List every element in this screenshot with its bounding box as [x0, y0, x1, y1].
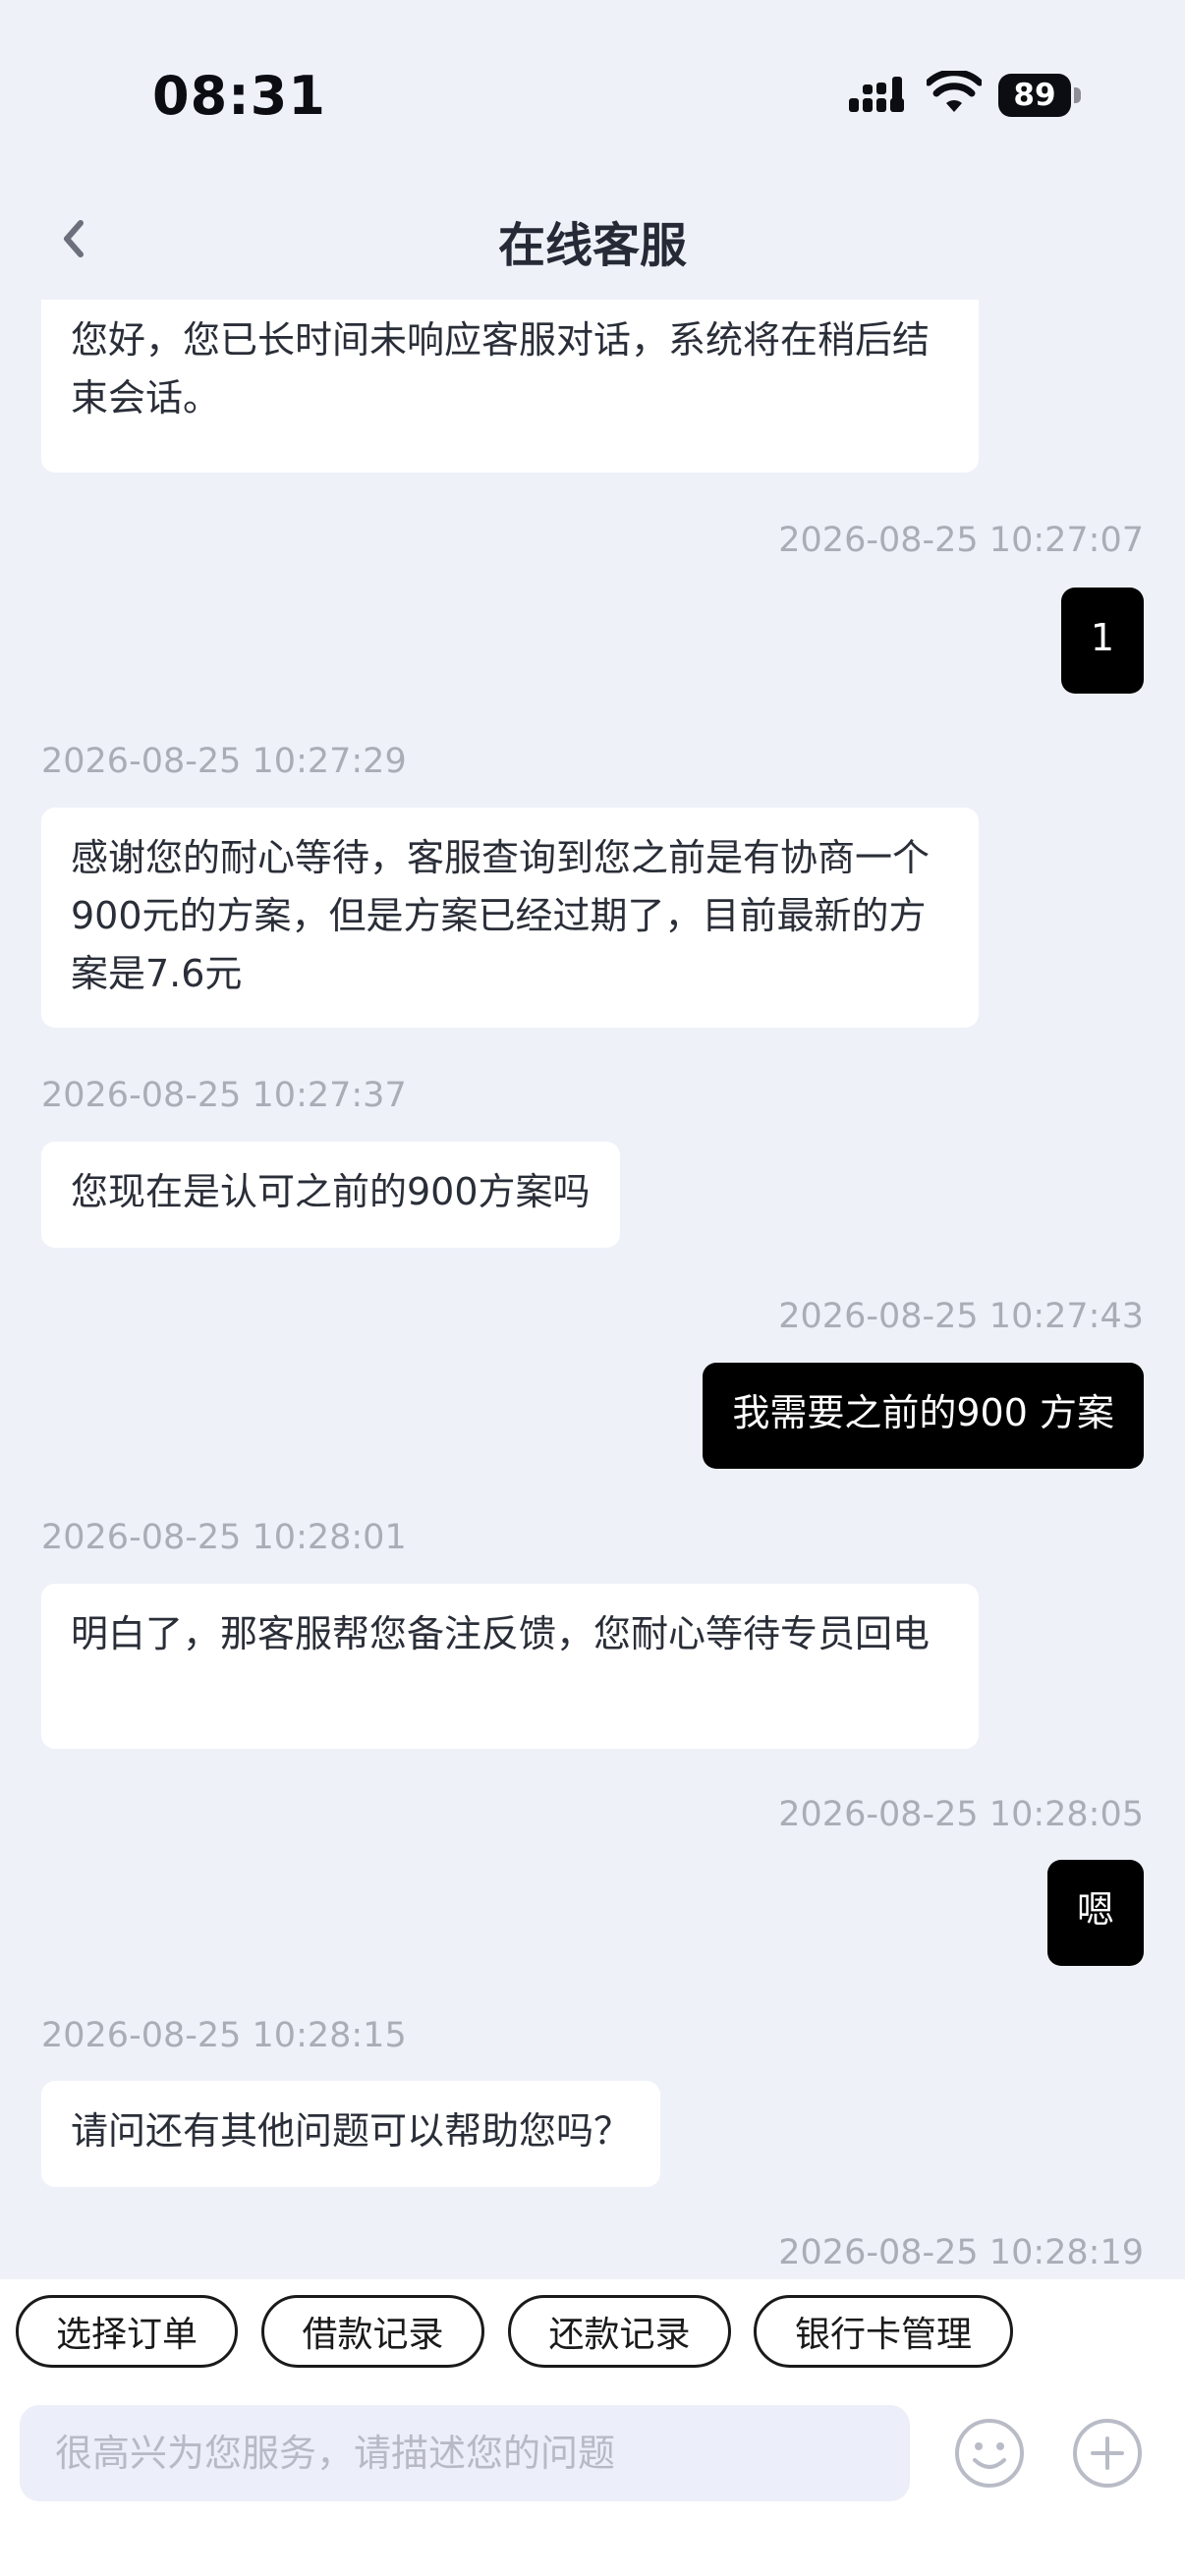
plus-circle-icon[interactable]: [1071, 2417, 1144, 2490]
quick-actions-bar: 选择订单 借款记录 还款记录 银行卡管理: [0, 2279, 1185, 2389]
smiley-icon[interactable]: [953, 2417, 1026, 2490]
message-timestamp: 2026-08-25 10:28:01: [41, 1518, 407, 1557]
chat-screen: 08:31 89 在线客服 您好，您已长时间未响应客服对话，系统将在稍后结束会话…: [0, 0, 1185, 2576]
battery-cap: [1074, 87, 1081, 103]
message-timestamp: 2026-08-25 10:27:43: [778, 1297, 1144, 1336]
nav-bar: 在线客服: [0, 187, 1185, 295]
message-text: 1: [1090, 616, 1114, 659]
message-timestamp: 2026-08-25 10:27:29: [41, 742, 407, 781]
battery-icon: 89: [998, 74, 1081, 117]
message-text: 嗯: [1076, 1888, 1114, 1932]
quick-action-loan-records[interactable]: 借款记录: [261, 2295, 484, 2368]
agent-message-bubble: 请问还有其他问题可以帮助您吗？: [41, 2081, 661, 2187]
agent-message-bubble: 感谢您的耐心等待，客服查询到您之前是有协商一个900元的方案，但是方案已经过期了…: [41, 808, 979, 1028]
user-message-bubble: 嗯: [1046, 1860, 1144, 1966]
agent-message-bubble: 您现在是认可之前的900方案吗: [41, 1142, 620, 1248]
user-message-bubble: 1: [1060, 588, 1144, 694]
chat-message-list[interactable]: 您好，您已长时间未响应客服对话，系统将在稍后结束会话。 2026-08-25 1…: [0, 300, 1185, 2279]
message-text: 我需要之前的900 方案: [732, 1391, 1114, 1434]
message-text: 您现在是认可之前的900方案吗: [71, 1170, 591, 1213]
message-timestamp: 2026-08-25 10:28:05: [778, 1795, 1144, 1834]
user-message-bubble: 我需要之前的900 方案: [703, 1363, 1144, 1469]
cellular-signal-icon: [849, 77, 904, 112]
message-text: 您好，您已长时间未响应客服对话，系统将在稍后结束会话。: [71, 318, 931, 420]
message-input[interactable]: [20, 2405, 910, 2501]
wifi-icon: [927, 71, 982, 112]
message-text: 明白了，那客服帮您备注反馈，您耐心等待专员回电: [71, 1612, 931, 1655]
agent-message-bubble: 您好，您已长时间未响应客服对话，系统将在稍后结束会话。: [41, 300, 979, 473]
page-title: 在线客服: [497, 218, 687, 273]
quick-action-repayment-records[interactable]: 还款记录: [508, 2295, 731, 2368]
message-timestamp: 2026-08-25 10:28:19: [778, 2233, 1144, 2272]
status-time: 08:31: [152, 65, 326, 127]
message-timestamp: 2026-08-25 10:27:07: [778, 521, 1144, 560]
battery-level: 89: [1013, 78, 1056, 113]
message-text: 请问还有其他问题可以帮助您吗？: [71, 2109, 632, 2153]
status-bar: 08:31 89: [0, 0, 1185, 187]
quick-action-bank-card-management[interactable]: 银行卡管理: [754, 2295, 1013, 2368]
agent-message-bubble: 明白了，那客服帮您备注反馈，您耐心等待专员回电: [41, 1584, 979, 1749]
message-text: 感谢您的耐心等待，客服查询到您之前是有协商一个900元的方案，但是方案已经过期了…: [71, 836, 931, 995]
quick-action-select-order[interactable]: 选择订单: [16, 2295, 238, 2368]
input-bar: [0, 2389, 1185, 2576]
message-timestamp: 2026-08-25 10:27:37: [41, 1076, 407, 1115]
message-timestamp: 2026-08-25 10:28:15: [41, 2016, 407, 2055]
battery-body: 89: [998, 74, 1071, 117]
